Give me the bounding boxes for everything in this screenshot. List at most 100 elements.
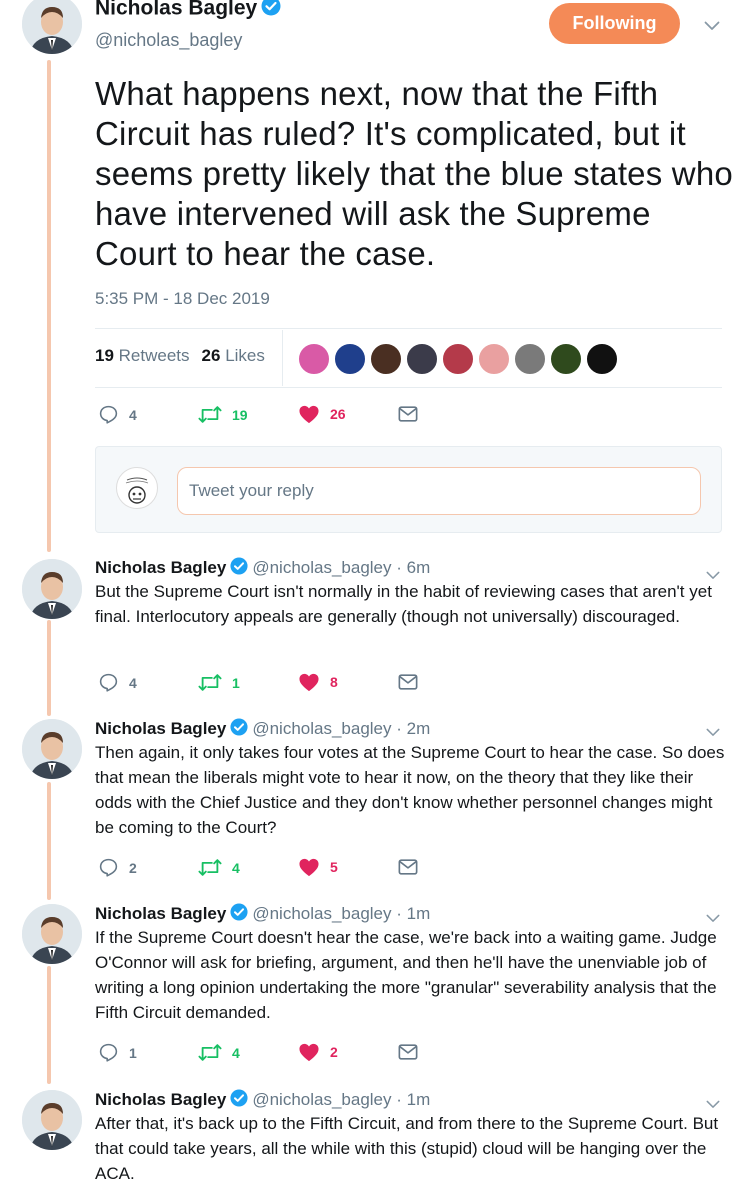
tweet-timestamp[interactable]: 5:35 PM - 18 Dec 2019 — [95, 289, 270, 309]
heart-icon — [299, 1043, 319, 1062]
retweet-count: 4 — [232, 1044, 240, 1061]
envelope-icon — [398, 674, 418, 690]
author-name-text: Nicholas Bagley — [95, 0, 258, 20]
avatar[interactable] — [22, 904, 82, 964]
like-button[interactable]: 8 — [298, 672, 338, 692]
liker-avatar[interactable] — [406, 343, 438, 375]
retweet-count: 1 — [232, 674, 240, 691]
avatar[interactable] — [22, 719, 82, 779]
author-handle-time[interactable]: @nicholas_bagley · 2m — [252, 719, 430, 738]
author-name[interactable]: Nicholas Bagley — [95, 558, 226, 577]
heart-icon — [299, 673, 319, 692]
like-count: 8 — [330, 674, 338, 690]
like-count: 5 — [330, 859, 338, 875]
verified-icon — [230, 557, 248, 580]
like-button[interactable]: 2 — [298, 1042, 338, 1062]
tweet-text: But the Supreme Court isn't normally in … — [95, 582, 712, 626]
verified-icon — [261, 0, 281, 22]
author-name[interactable]: Nicholas Bagley — [95, 904, 226, 923]
retweets-count: 19 — [95, 346, 114, 365]
retweet-button[interactable]: 4 — [198, 1042, 240, 1063]
thread-line — [47, 60, 51, 552]
reply-icon — [99, 858, 118, 877]
liker-avatar[interactable] — [442, 343, 474, 375]
retweet-icon — [198, 1044, 222, 1061]
heart-icon — [299, 858, 319, 877]
message-button[interactable] — [398, 405, 418, 423]
tweet-stats: 19 Retweets 26 Likes — [95, 346, 265, 366]
reply-icon — [99, 405, 118, 424]
retweet-count: 4 — [232, 859, 240, 876]
liker-avatar[interactable] — [550, 343, 582, 375]
message-button[interactable] — [398, 858, 418, 876]
retweets-stat-link[interactable]: 19 Retweets — [95, 346, 190, 365]
divider — [95, 328, 722, 329]
chevron-down-icon[interactable] — [704, 18, 720, 36]
liker-avatar[interactable] — [298, 343, 330, 375]
likes-count: 26 — [201, 346, 221, 365]
retweet-button[interactable]: 19 — [198, 404, 248, 425]
like-button[interactable]: 5 — [298, 857, 338, 877]
envelope-icon — [398, 406, 418, 422]
message-button[interactable] — [398, 673, 418, 691]
reply-button[interactable]: 2 — [98, 857, 137, 878]
tweet-text: After that, it's back up to the Fifth Ci… — [95, 1114, 719, 1183]
likes-label: Likes — [225, 346, 265, 365]
reply-count: 2 — [129, 859, 137, 876]
verified-icon — [230, 1089, 248, 1112]
liker-avatar[interactable] — [514, 343, 546, 375]
reply-input[interactable] — [177, 467, 701, 515]
author-handle-time[interactable]: @nicholas_bagley · 1m — [252, 1090, 430, 1109]
verified-icon — [230, 718, 248, 741]
thread-line — [47, 782, 51, 900]
following-button[interactable]: Following — [549, 3, 680, 44]
retweet-button[interactable]: 4 — [198, 857, 240, 878]
tweet-text: Then again, it only takes four votes at … — [95, 743, 725, 837]
author-name[interactable]: Nicholas Bagley — [95, 0, 281, 22]
reply-button[interactable]: 1 — [98, 1042, 137, 1063]
like-count: 2 — [330, 1044, 338, 1060]
reply-button[interactable]: 4 — [98, 672, 137, 693]
avatar[interactable] — [22, 0, 82, 54]
like-button[interactable]: 26 — [298, 404, 346, 424]
reply-count: 1 — [129, 1044, 137, 1061]
heart-icon — [299, 405, 319, 424]
author-name[interactable]: Nicholas Bagley — [95, 719, 226, 738]
retweet-icon — [198, 674, 222, 691]
author-handle-time[interactable]: @nicholas_bagley · 6m — [252, 558, 430, 577]
message-button[interactable] — [398, 1043, 418, 1061]
divider — [95, 387, 722, 388]
tweet-header: Nicholas Bagley @nicholas_bagley · 1m — [95, 903, 430, 926]
liker-avatar[interactable] — [478, 343, 510, 375]
verified-icon — [230, 903, 248, 926]
envelope-icon — [398, 859, 418, 875]
author-handle-time[interactable]: @nicholas_bagley · 1m — [252, 904, 430, 923]
avatar[interactable] — [22, 1090, 82, 1150]
author-handle[interactable]: @nicholas_bagley — [95, 30, 242, 51]
retweet-count: 19 — [232, 406, 248, 423]
reply-composer — [95, 446, 722, 533]
reply-icon — [99, 673, 118, 692]
tweet-text: If the Supreme Court doesn't hear the ca… — [95, 928, 717, 1022]
reply-icon — [99, 1043, 118, 1062]
likes-stat-link[interactable]: 26 Likes — [202, 346, 265, 365]
author-name[interactable]: Nicholas Bagley — [95, 1090, 226, 1109]
liker-avatar[interactable] — [370, 343, 402, 375]
retweets-label: Retweets — [118, 346, 190, 365]
stats-divider — [282, 330, 283, 386]
avatar[interactable] — [22, 559, 82, 619]
retweet-icon — [198, 859, 222, 876]
tweet-header: Nicholas Bagley @nicholas_bagley · 1m — [95, 1089, 430, 1112]
user-avatar[interactable] — [116, 467, 158, 509]
liker-avatar[interactable] — [586, 343, 618, 375]
tweet-header: Nicholas Bagley @nicholas_bagley · 6m — [95, 557, 430, 580]
thread-line — [47, 620, 51, 716]
reply-count: 4 — [129, 406, 137, 423]
tweet-text: What happens next, now that the Fifth Ci… — [95, 75, 733, 272]
retweet-button[interactable]: 1 — [198, 672, 240, 693]
liker-avatar[interactable] — [334, 343, 366, 375]
retweet-icon — [198, 406, 222, 423]
reply-button[interactable]: 4 — [98, 404, 137, 425]
tweet-header: Nicholas Bagley @nicholas_bagley · 2m — [95, 718, 430, 741]
reply-count: 4 — [129, 674, 137, 691]
